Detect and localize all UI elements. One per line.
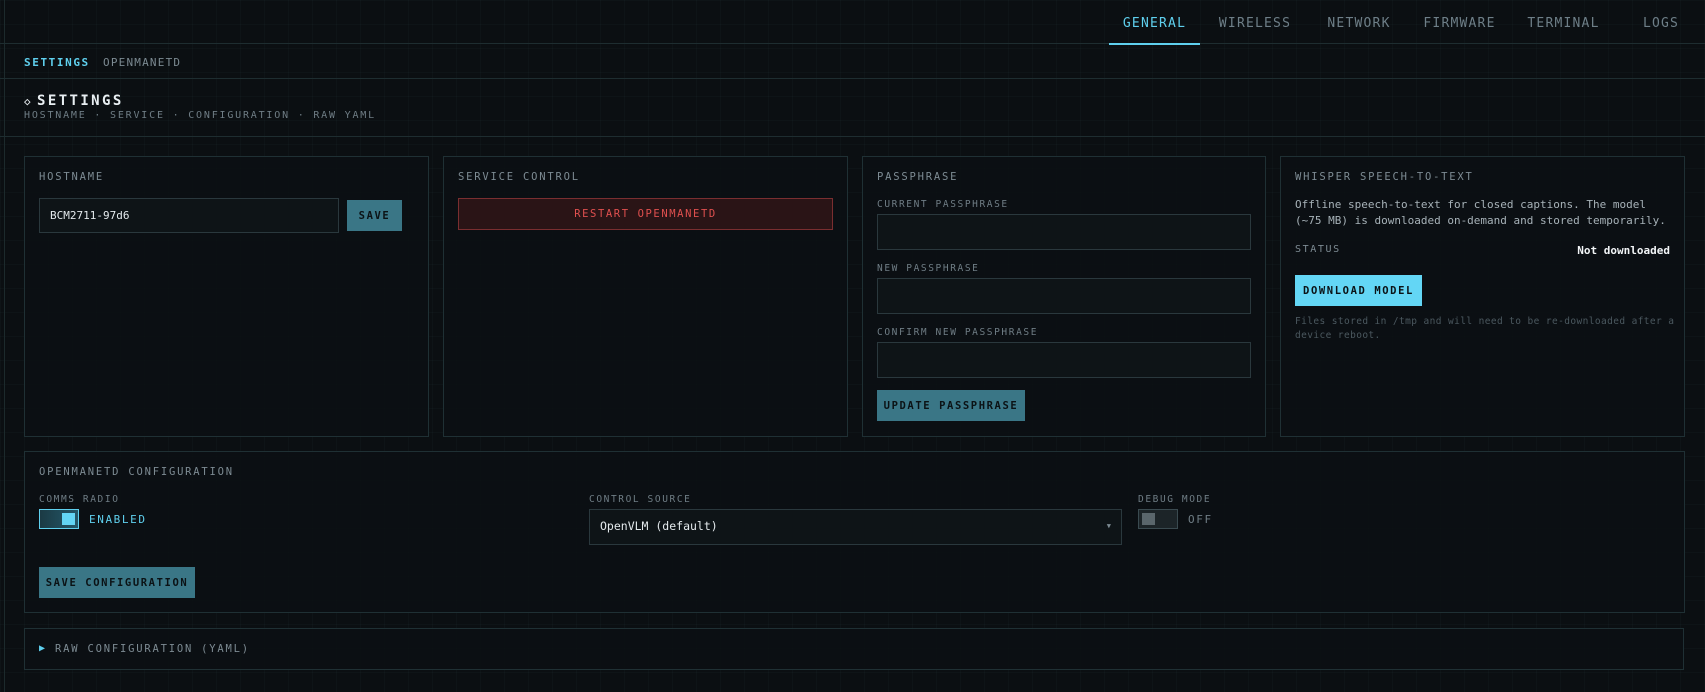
confirm-passphrase-field[interactable] — [877, 342, 1251, 378]
config-card-title: OPENMANETD CONFIGURATION — [39, 466, 234, 478]
service-control-title: SERVICE CONTROL — [458, 171, 580, 183]
debug-mode-toggle[interactable] — [1138, 509, 1178, 529]
whisper-card: WHISPER SPEECH-TO-TEXT Offline speech-to… — [1280, 156, 1685, 437]
page-title-row: ◇ SETTINGS — [24, 93, 124, 109]
diamond-icon: ◇ — [24, 95, 34, 108]
tab-general[interactable]: GENERAL — [1109, 0, 1200, 45]
tab-wireless[interactable]: WIRELESS — [1202, 0, 1308, 44]
raw-config-expander[interactable]: ▶ RAW CONFIGURATION (YAML) — [24, 628, 1684, 670]
whisper-status-value: Not downloaded — [1577, 244, 1670, 257]
passphrase-card-title: PASSPHRASE — [877, 171, 959, 183]
page-header: ◇ SETTINGS HOSTNAME · SERVICE · CONFIGURA… — [0, 79, 1705, 137]
triangle-right-icon: ▶ — [39, 643, 46, 654]
comms-radio-state: ENABLED — [89, 513, 147, 526]
current-passphrase-label: CURRENT PASSPHRASE — [877, 199, 1009, 210]
control-source-select[interactable]: OpenVLM (default) ▼ — [589, 509, 1122, 545]
current-passphrase-field[interactable] — [877, 214, 1251, 250]
tab-bar: GENERAL WIRELESS NETWORK FIRMWARE TERMIN… — [1108, 0, 1705, 45]
hostname-card-title: HOSTNAME — [39, 171, 104, 183]
whisper-description: Offline speech-to-text for closed captio… — [1295, 198, 1666, 227]
whisper-card-title: WHISPER SPEECH-TO-TEXT — [1295, 171, 1474, 183]
tab-logs[interactable]: LOGS — [1618, 0, 1704, 44]
config-card: OPENMANETD CONFIGURATION COMMS RADIO ENA… — [24, 451, 1685, 613]
toggle-knob — [62, 513, 75, 525]
whisper-storage-note: Files stored in /tmp and will need to be… — [1295, 316, 1675, 341]
save-hostname-button[interactable]: SAVE — [347, 200, 402, 231]
debug-mode-label: DEBUG MODE — [1138, 494, 1212, 505]
tab-network[interactable]: NETWORK — [1310, 0, 1408, 44]
raw-config-label: RAW CONFIGURATION (YAML) — [55, 643, 250, 655]
confirm-passphrase-label: CONFIRM NEW PASSPHRASE — [877, 327, 1039, 338]
whisper-status-label: STATUS — [1295, 244, 1341, 255]
hostname-card: HOSTNAME SAVE — [24, 156, 429, 437]
tab-terminal[interactable]: TERMINAL — [1511, 0, 1616, 44]
control-source-value: OpenVLM (default) — [600, 519, 718, 533]
breadcrumb-app: OPENMANETD — [103, 56, 182, 69]
passphrase-card: PASSPHRASE CURRENT PASSPHRASE NEW PASSPH… — [862, 156, 1266, 437]
hostname-input[interactable] — [39, 198, 339, 233]
debug-mode-state: OFF — [1188, 513, 1213, 526]
breadcrumb: SETTINGS OPENMANETD — [0, 44, 1705, 79]
save-configuration-button[interactable]: SAVE CONFIGURATION — [39, 567, 195, 598]
control-source-label: CONTROL SOURCE — [589, 494, 692, 505]
caret-down-icon: ▼ — [1106, 522, 1111, 530]
page-title: SETTINGS — [37, 93, 124, 109]
restart-service-button[interactable]: RESTART OPENMANETD — [458, 198, 833, 230]
download-model-button[interactable]: DOWNLOAD MODEL — [1295, 275, 1422, 306]
tab-firmware[interactable]: FIRMWARE — [1410, 0, 1509, 44]
new-passphrase-label: NEW PASSPHRASE — [877, 263, 980, 274]
service-control-card: SERVICE CONTROL RESTART OPENMANETD — [443, 156, 848, 437]
page-subtitle: HOSTNAME · SERVICE · CONFIGURATION · RAW… — [24, 110, 376, 121]
comms-radio-label: COMMS RADIO — [39, 494, 120, 505]
breadcrumb-section[interactable]: SETTINGS — [24, 56, 90, 69]
comms-radio-toggle[interactable] — [39, 509, 79, 529]
top-nav: GENERAL WIRELESS NETWORK FIRMWARE TERMIN… — [0, 0, 1705, 45]
new-passphrase-field[interactable] — [877, 278, 1251, 314]
toggle-knob — [1142, 513, 1155, 525]
update-passphrase-button[interactable]: UPDATE PASSPHRASE — [877, 390, 1025, 421]
